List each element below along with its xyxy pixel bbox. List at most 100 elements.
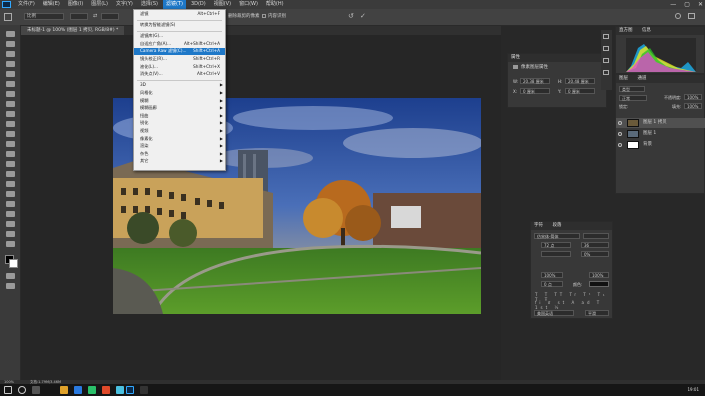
font-size-field[interactable]: 72 点 — [541, 242, 571, 248]
layer-row[interactable]: 图层 1 拷贝 — [616, 118, 705, 128]
filter-menu-item[interactable]: 其它 ▶ — [134, 158, 225, 165]
brush-tool-icon[interactable] — [6, 111, 15, 117]
antialias-select[interactable]: 平滑 — [585, 310, 609, 316]
menu-item[interactable]: 编辑(E) — [40, 0, 63, 9]
filter-menu-item[interactable]: 像素化 ▶ — [134, 136, 225, 143]
pen-tool-icon[interactable] — [6, 181, 15, 187]
layer-row[interactable]: 图层 1 — [616, 129, 705, 139]
width-ratio-field[interactable] — [70, 13, 88, 20]
fill-field[interactable]: 100% — [684, 103, 702, 109]
eyedropper-tool-icon[interactable] — [6, 91, 15, 97]
menu-item[interactable]: 窗口(W) — [236, 0, 261, 9]
wechat-icon[interactable] — [88, 386, 96, 394]
undo-icon[interactable]: ↺ — [348, 12, 354, 20]
height-field[interactable]: 20.48 厘米 — [565, 78, 595, 84]
tab-histogram[interactable]: 直方图 — [619, 28, 633, 33]
eraser-tool-icon[interactable] — [6, 141, 15, 147]
minimize-button[interactable]: — — [670, 0, 676, 9]
hand-tool-icon[interactable] — [6, 221, 15, 227]
path-select-icon[interactable] — [6, 201, 15, 207]
layer-row[interactable]: 背景 — [616, 140, 705, 150]
maximize-button[interactable]: ▢ — [684, 0, 690, 9]
swatches-icon[interactable] — [603, 58, 609, 63]
menu-item[interactable]: 图层(L) — [88, 0, 111, 9]
filter-menu-item[interactable]: 杂色 ▶ — [134, 151, 225, 158]
background-color-swatch[interactable] — [9, 259, 18, 268]
filter-menu-item[interactable]: 液化(L)... Shift+Ctrl+X — [134, 64, 225, 71]
horizontal-scale-field[interactable]: 100% — [589, 272, 609, 278]
clone-stamp-icon[interactable] — [6, 121, 15, 127]
menu-item[interactable]: 帮助(H) — [263, 0, 287, 9]
filter-menu-item[interactable]: 消失点(V)... Alt+Ctrl+V — [134, 71, 225, 78]
text-style-buttons[interactable]: T T TT Tr T¹ T₁ T Ŧ — [535, 292, 609, 302]
leading-field[interactable]: 36 — [581, 242, 609, 248]
filter-menu-item[interactable]: 锐化 ▶ — [134, 120, 225, 127]
tab-paragraph[interactable]: 段落 — [552, 223, 561, 228]
quick-select-tool-icon[interactable] — [6, 61, 15, 67]
opacity-field[interactable]: 100% — [684, 94, 702, 100]
blend-mode-select[interactable]: 正常 — [619, 95, 647, 101]
move-tool-icon[interactable] — [6, 31, 15, 37]
start-icon[interactable] — [4, 386, 12, 394]
adjustments-icon[interactable] — [603, 46, 609, 51]
tab-character[interactable]: 字符 — [534, 223, 543, 228]
lasso-tool-icon[interactable] — [6, 51, 15, 57]
app-icon-blue[interactable] — [116, 386, 124, 394]
filter-menu-item[interactable]: Camera Raw 滤镜(C)... Shift+Ctrl+A — [134, 48, 225, 55]
menu-item[interactable]: 3D(D) — [188, 0, 209, 9]
text-color-swatch[interactable] — [589, 281, 609, 287]
menu-item[interactable]: 滤镜(T) — [162, 0, 186, 9]
rectangle-tool-icon[interactable] — [6, 211, 15, 217]
language-select[interactable]: 美国英语 — [534, 310, 574, 316]
menu-item[interactable]: 文件(F) — [15, 0, 38, 9]
search-icon[interactable] — [675, 13, 681, 19]
quick-mask-icon[interactable] — [6, 273, 15, 279]
x-field[interactable]: 0 厘米 — [520, 88, 550, 94]
filter-menu-item[interactable]: 转换为智能滤镜(S) — [134, 22, 225, 29]
filter-menu-item[interactable]: 自适应广角(A)... Alt+Shift+Ctrl+A — [134, 41, 225, 48]
history-brush-icon[interactable] — [6, 131, 15, 137]
tab-layers[interactable]: 图层 — [619, 76, 628, 81]
menu-item[interactable]: 视图(V) — [211, 0, 234, 9]
tab-info[interactable]: 信息 — [642, 28, 651, 33]
healing-brush-icon[interactable] — [6, 101, 15, 107]
close-button[interactable]: ✕ — [698, 0, 703, 9]
filter-menu-item[interactable]: 扭曲 ▶ — [134, 113, 225, 120]
app-icon-red[interactable] — [102, 386, 110, 394]
filter-menu-item[interactable]: 视频 ▶ — [134, 128, 225, 135]
font-style-select[interactable] — [583, 233, 609, 239]
baseline-shift-field[interactable]: 0 点 — [541, 281, 563, 287]
width-field[interactable]: 20.38 厘米 — [520, 78, 550, 84]
filter-menu-item[interactable]: 滤镜 Alt+Ctrl+F — [134, 11, 225, 18]
tracking-field[interactable]: 0% — [581, 251, 609, 257]
menu-item[interactable]: 图像(I) — [65, 0, 86, 9]
history-icon[interactable] — [603, 34, 609, 39]
crop-tool-icon[interactable] — [6, 71, 15, 77]
commit-check-icon[interactable]: ✓ — [360, 12, 366, 20]
workspace-icon[interactable] — [688, 13, 695, 19]
search-icon[interactable] — [18, 386, 26, 394]
visibility-eye-icon[interactable] — [618, 132, 622, 136]
zoom-tool-icon[interactable] — [6, 231, 15, 237]
filter-menu-item[interactable]: 渲染 ▶ — [134, 143, 225, 150]
vertical-scale-field[interactable]: 100% — [541, 272, 563, 278]
kerning-field[interactable] — [541, 251, 571, 257]
filter-menu-item[interactable]: 镜头校正(R)... Shift+Ctrl+R — [134, 56, 225, 63]
visibility-eye-icon[interactable] — [618, 121, 622, 125]
blur-tool-icon[interactable] — [6, 161, 15, 167]
menu-item[interactable]: 文字(Y) — [113, 0, 136, 9]
filter-menu-item[interactable]: 风格化 ▶ — [134, 90, 225, 97]
filter-menu-item[interactable]: 模糊 ▶ — [134, 98, 225, 105]
filter-menu-item[interactable]: 滤镜库(G)... — [134, 33, 225, 40]
task-view-icon[interactable] — [32, 386, 40, 394]
tab-channels[interactable]: 通道 — [637, 76, 646, 81]
opentype-buttons[interactable]: fi σ st A ad T 1st ½ — [535, 300, 609, 310]
visibility-eye-icon[interactable] — [618, 143, 622, 147]
layer-kind-filter[interactable]: 类型 — [619, 86, 645, 92]
edge-icon[interactable] — [74, 386, 82, 394]
y-field[interactable]: 0 厘米 — [565, 88, 595, 94]
ratio-preset-select[interactable]: 比例 — [24, 13, 64, 20]
brush-settings-icon[interactable] — [603, 70, 609, 75]
screen-mode-icon[interactable] — [6, 283, 15, 289]
swap-icon[interactable]: ⇄ — [93, 13, 97, 19]
